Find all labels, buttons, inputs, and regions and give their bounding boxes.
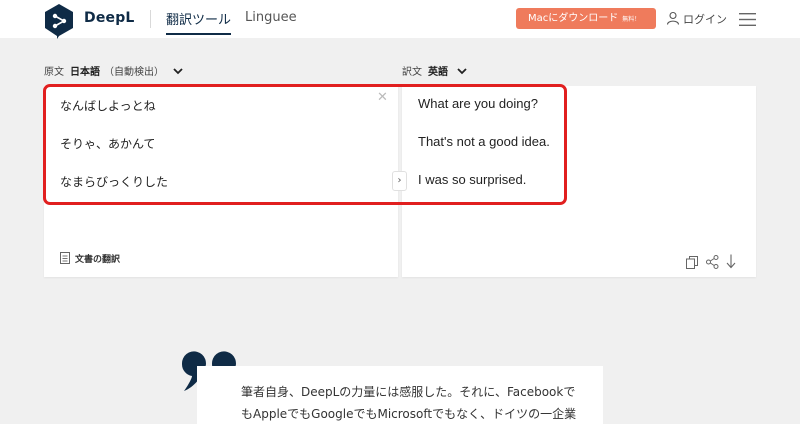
mac-download-label: Macにダウンロード xyxy=(528,13,619,24)
target-text-panel: What are you doing? That's not a good id… xyxy=(402,86,756,277)
top-bar: DeepL 翻訳ツール Linguee Macにダウンロード 無料！ ログイン xyxy=(0,0,800,39)
target-language-selector[interactable]: 訳文 英語 xyxy=(402,63,467,78)
quote-line: 筆者自身、DeepLの力量には感服した。それに、Facebookで xyxy=(241,385,576,399)
document-translation-link[interactable]: 文書の翻訳 xyxy=(75,252,120,265)
brand-name[interactable]: DeepL xyxy=(84,10,135,26)
nav-translator-tab[interactable]: 翻訳ツール xyxy=(166,9,232,35)
testimonial-card: 筆者自身、DeepLの力量には感服した。それに、Facebookで もApple… xyxy=(197,366,603,424)
source-language: 日本語 xyxy=(70,67,100,78)
target-language: 英語 xyxy=(428,67,448,78)
chevron-down-icon[interactable] xyxy=(173,67,183,75)
copy-icon[interactable] xyxy=(686,256,698,269)
mac-download-button[interactable]: Macにダウンロード 無料！ xyxy=(516,8,656,29)
auto-detect-label: （自動検出） xyxy=(104,67,164,78)
document-icon[interactable] xyxy=(60,252,70,264)
source-label: 原文 xyxy=(44,67,64,78)
nav-linguee-tab[interactable]: Linguee xyxy=(245,10,297,25)
target-label: 訳文 xyxy=(402,67,422,78)
chevron-down-icon[interactable] xyxy=(457,67,467,75)
source-line[interactable]: なまらびっくりした xyxy=(60,173,168,190)
deepl-logo-icon[interactable] xyxy=(43,3,75,39)
target-line: That's not a good idea. xyxy=(418,134,550,149)
header-divider xyxy=(150,10,151,28)
close-icon[interactable]: ✕ xyxy=(377,91,388,105)
target-line: I was so surprised. xyxy=(418,172,527,187)
user-icon[interactable] xyxy=(666,11,680,25)
source-line[interactable]: なんばしよっとね xyxy=(60,97,156,114)
quote-line: もAppleでもGoogleでもMicrosoftでもなく、ドイツの一企業 xyxy=(241,407,577,421)
free-badge: 無料！ xyxy=(622,16,641,23)
arrow-right-icon[interactable]: › xyxy=(392,171,407,191)
target-line: What are you doing? xyxy=(418,96,538,111)
source-language-selector[interactable]: 原文 日本語 （自動検出） xyxy=(44,63,183,78)
source-line[interactable]: そりゃ、あかんて xyxy=(60,135,155,152)
download-icon[interactable] xyxy=(726,254,736,269)
source-text-panel[interactable]: なんばしよっとね そりゃ、あかんて なまらびっくりした ✕ 文書の翻訳 xyxy=(44,86,398,277)
share-icon[interactable] xyxy=(706,255,719,269)
login-link[interactable]: ログイン xyxy=(683,11,727,27)
hamburger-menu-icon[interactable] xyxy=(739,13,756,26)
